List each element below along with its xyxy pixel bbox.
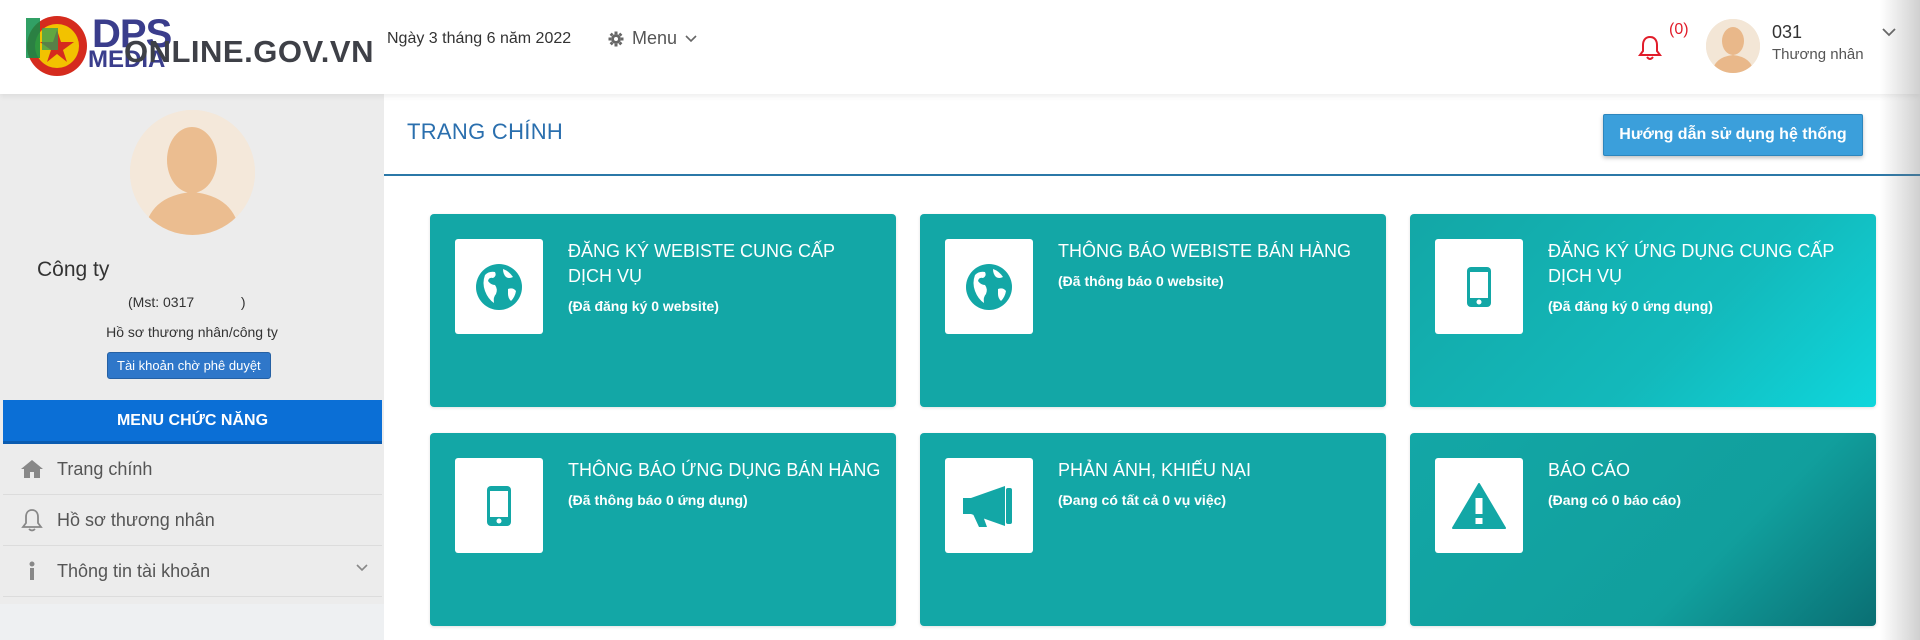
user-avatar[interactable] [1706,19,1760,73]
card-register-service-website[interactable]: ĐĂNG KÝ WEBISTE CUNG CẤP DỊCH VỤ (Đã đăn… [430,214,896,407]
current-date: Ngày 3 tháng 6 năm 2022 [387,30,572,47]
header-menu-dropdown[interactable]: Menu [608,28,697,49]
page-title: TRANG CHÍNH [407,119,564,144]
megaphone-icon [945,458,1033,553]
card-notify-sales-website[interactable]: THÔNG BÁO WEBISTE BÁN HÀNG (Đã thông báo… [920,214,1386,407]
info-icon [19,558,45,584]
card-title: ĐĂNG KÝ WEBISTE CUNG CẤP DỊCH VỤ [568,241,835,286]
card-title: THÔNG BÁO ỨNG DỤNG BÁN HÀNG [568,460,881,480]
profile-label: Hồ sơ thương nhân/công ty [106,324,278,340]
card-title: BÁO CÁO [1548,460,1631,480]
card-subtitle: (Đang có 0 báo cáo) [1548,492,1682,508]
card-notify-sales-app[interactable]: THÔNG BÁO ỨNG DỤNG BÁN HÀNG (Đã thông bá… [430,433,896,626]
card-subtitle: (Đã đăng ký 0 website) [568,298,719,314]
card-title: PHẢN ÁNH, KHIẾU NẠI [1058,460,1252,480]
account-status-badge[interactable]: Tài khoản chờ phê duyệt [107,352,271,379]
company-tax-code: (Mst: 0317 ) [128,294,246,310]
sidebar-item-label: Trang chính [57,458,153,479]
notification-bell-icon[interactable] [1636,34,1664,62]
card-subtitle: (Đang có tất cả 0 vụ việc) [1058,492,1227,508]
top-header: DPS MEDIA ONLINE.GOV.VN Ngày 3 tháng 6 n… [0,0,1920,94]
sidebar-item-home[interactable]: Trang chính [3,444,382,495]
system-guide-button[interactable]: Hướng dẫn sử dụng hệ thống [1603,114,1863,156]
chevron-down-icon [356,564,368,572]
card-register-service-app[interactable]: ĐĂNG KÝ ỨNG DỤNG CUNG CẤP DỊCH VỤ (Đã đă… [1410,214,1876,407]
header-menu-label: Menu [632,28,678,48]
chevron-down-icon[interactable] [1882,28,1896,37]
sidebar-item-account-info[interactable]: Thông tin tài khoản [3,546,382,597]
mobile-icon [1435,239,1523,334]
function-menu-title: MENU CHỨC NĂNG [3,400,382,444]
sidebar: Công ty (Mst: 0317 ) Hồ sơ thương nhân/c… [0,94,384,604]
user-silhouette-icon [130,110,255,235]
user-silhouette-icon [1706,19,1760,73]
site-logo[interactable]: DPS MEDIA ONLINE.GOV.VN [16,8,373,84]
card-subtitle: (Đã thông báo 0 website) [1058,273,1224,289]
user-role: Thương nhân [1772,46,1864,63]
card-reports[interactable]: BÁO CÁO (Đang có 0 báo cáo) [1410,433,1876,626]
home-icon [19,456,45,482]
page-header: TRANG CHÍNH Hướng dẫn sử dụng hệ thống [384,94,1920,176]
warning-icon [1435,458,1523,553]
sidebar-item-label: Thông tin tài khoản [57,560,211,581]
company-avatar [130,110,255,235]
sidebar-item-merchant-profile[interactable]: Hồ sơ thương nhân [3,495,382,546]
mobile-icon [455,458,543,553]
site-name: ONLINE.GOV.VN [124,34,374,69]
national-emblem-icon [26,16,87,76]
company-name: Công ty [37,258,110,281]
notification-count: (0) [1669,21,1689,38]
gear-icon [608,31,624,46]
sidebar-item-label: Hồ sơ thương nhân [57,509,215,530]
dashboard-cards: ĐĂNG KÝ WEBISTE CUNG CẤP DỊCH VỤ (Đã đăn… [384,176,1920,640]
bell-icon [19,507,45,533]
card-subtitle: (Đã thông báo 0 ứng dụng) [568,492,748,508]
card-title: ĐĂNG KÝ ỨNG DỤNG CUNG CẤP DỊCH VỤ [1548,241,1835,286]
globe-icon [455,239,543,334]
card-subtitle: (Đã đăng ký 0 ứng dụng) [1548,298,1713,314]
user-name: 031 [1772,22,1803,42]
card-title: THÔNG BÁO WEBISTE BÁN HÀNG [1058,241,1352,261]
card-complaints[interactable]: PHẢN ÁNH, KHIẾU NẠI (Đang có tất cả 0 vụ… [920,433,1386,626]
globe-icon [945,239,1033,334]
chevron-down-icon [685,34,697,42]
